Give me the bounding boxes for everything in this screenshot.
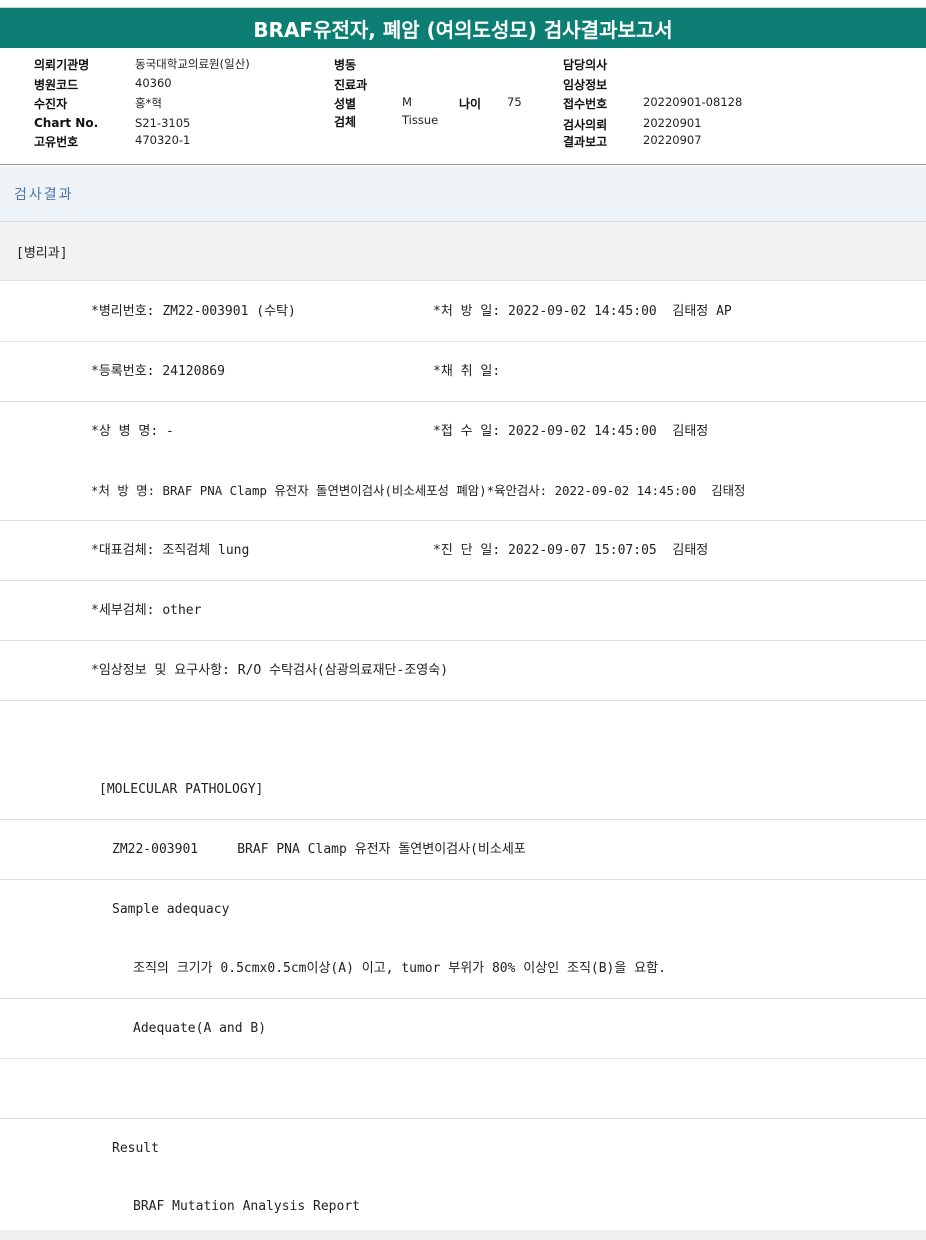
result-row: *상 병 명: - *접 수 일: 2022-09-02 14:45:00 김태… [0, 402, 926, 462]
bottom-scroll-strip [0, 1230, 926, 1240]
accession-no-label: 접수번호 [563, 97, 608, 111]
row-left-text: Result [112, 1141, 159, 1156]
result-row: *대표검체: 조직검체 lung *진 단 일: 2022-09-07 15:0… [0, 521, 926, 581]
row-left-text: ZM22-003901 BRAF PNA Clamp 유전자 돌연변이검사(비소… [112, 842, 526, 857]
row-left-text: *등록번호: 24120869 [91, 364, 225, 379]
requesting-institution-label: 의뢰기관명 [34, 58, 90, 72]
chart-no-value: S21-3105 [135, 116, 191, 130]
sex-value: M [402, 95, 412, 109]
ward-label: 병동 [334, 58, 357, 72]
accession-no-value: 20220901-08128 [643, 95, 743, 109]
test-requested-value: 20220901 [643, 116, 702, 130]
row-left-text: Adequate(A and B) [133, 1021, 267, 1036]
attending-doctor-label: 담당의사 [563, 58, 608, 72]
row-left-text: *대표검체: 조직검체 lung [91, 543, 250, 558]
chart-no-label: Chart No. [34, 116, 99, 130]
section-title: 검사결과 [0, 166, 926, 222]
result-row: Sample adequacy [0, 880, 926, 940]
result-reported-label: 결과보고 [563, 135, 608, 149]
age-label: 나이 [459, 97, 482, 111]
unique-id-value: 470320-1 [135, 133, 191, 147]
row-left-text: *처 방 명: BRAF PNA Clamp 유전자 돌연변이검사(비소세포성 … [91, 483, 746, 498]
row-left-text: *임상정보 및 요구사항: R/O 수탁검사(삼광의료재단-조영숙) [91, 663, 449, 678]
row-left-text: *병리번호: ZM22-003901 (수탁) [91, 304, 296, 319]
result-row: *등록번호: 24120869 *채 취 일: [0, 342, 926, 402]
patient-name-value: 홍*혁 [135, 96, 162, 110]
requesting-institution-value: 동국대학교의료원(일산) [135, 57, 250, 71]
row-left-text: Sample adequacy [112, 902, 230, 917]
row-left-text: 조직의 크기가 0.5cmx0.5cm이상(A) 이고, tumor 부위가 8… [133, 961, 666, 976]
specimen-label: 검체 [334, 115, 357, 129]
specimen-value: Tissue [402, 113, 439, 127]
result-reported-value: 20220907 [643, 133, 702, 147]
result-row: ZM22-003901 BRAF PNA Clamp 유전자 돌연변이검사(비소… [0, 820, 926, 880]
row-left-text: [MOLECULAR PATHOLOGY] [99, 782, 264, 797]
top-border [0, 0, 926, 8]
hospital-code-label: 병원코드 [34, 78, 79, 92]
result-row [0, 701, 926, 761]
row-right-text: *채 취 일: [433, 364, 501, 379]
result-row: *세부검체: other [0, 581, 926, 641]
result-row: [MOLECULAR PATHOLOGY] [0, 760, 926, 820]
result-row [0, 1059, 926, 1119]
row-right-text: *진 단 일: 2022-09-07 15:07:05 김태정 [433, 543, 709, 558]
department-heading: [병리과] [0, 222, 926, 281]
row-left-text: *세부검체: other [91, 603, 202, 618]
report-header-info: 의뢰기관명 동국대학교의료원(일산) 병원코드 40360 수진자 홍*혁 Ch… [0, 48, 926, 165]
result-row: Adequate(A and B) [0, 999, 926, 1059]
unique-id-label: 고유번호 [34, 135, 79, 149]
result-row: *병리번호: ZM22-003901 (수탁) *처 방 일: 2022-09-… [0, 282, 926, 342]
row-left-text: BRAF Mutation Analysis Report [133, 1199, 360, 1214]
result-row: BRAF Mutation Analysis Report [0, 1178, 926, 1230]
row-right-text: *처 방 일: 2022-09-02 14:45:00 김태정 AP [433, 304, 732, 319]
report-title: BRAF유전자, 폐암 (여의도성모) 검사결과보고서 [0, 8, 926, 48]
result-row: *임상정보 및 요구사항: R/O 수탁검사(삼광의료재단-조영숙) [0, 641, 926, 701]
result-row: Result [0, 1119, 926, 1179]
hospital-code-value: 40360 [135, 76, 172, 90]
row-left-text: *상 병 명: - [91, 424, 174, 439]
test-requested-label: 검사의뢰 [563, 118, 608, 132]
clinical-info-label: 임상정보 [563, 78, 608, 92]
sex-label: 성별 [334, 97, 357, 111]
result-row: *처 방 명: BRAF PNA Clamp 유전자 돌연변이검사(비소세포성 … [0, 461, 926, 521]
age-value: 75 [507, 95, 522, 109]
result-row: 조직의 크기가 0.5cmx0.5cm이상(A) 이고, tumor 부위가 8… [0, 939, 926, 999]
department-label: 진료과 [334, 78, 368, 92]
row-right-text: *접 수 일: 2022-09-02 14:45:00 김태정 [433, 424, 709, 439]
patient-name-label: 수진자 [34, 97, 68, 111]
